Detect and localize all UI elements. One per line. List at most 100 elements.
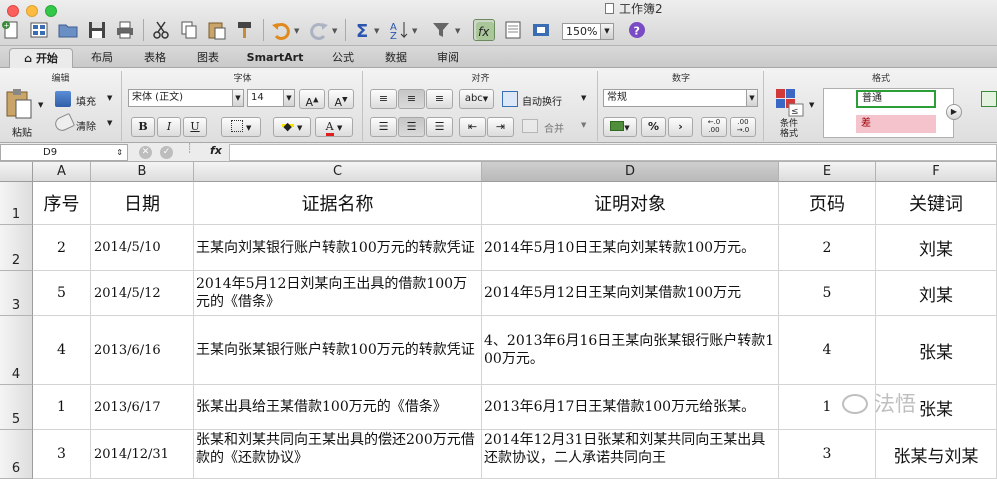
clear-label[interactable]: 清除 [76, 118, 96, 133]
undo-dropdown-icon[interactable]: ▼ [294, 27, 299, 35]
increase-font-size-button[interactable]: A▲ [299, 89, 325, 109]
fill-label[interactable]: 填充 [76, 93, 96, 108]
font-color-button[interactable]: A ▼ [315, 117, 353, 137]
header-cell[interactable]: 日期 [91, 182, 194, 225]
table-cell[interactable]: 3 [779, 430, 876, 479]
table-cell[interactable]: 2013/6/17 [91, 385, 194, 430]
print-icon[interactable] [114, 19, 136, 41]
merge-dropdown-icon[interactable]: ▼ [581, 121, 586, 129]
table-cell[interactable]: 5 [33, 271, 91, 316]
table-cell[interactable]: 2014/5/12 [91, 271, 194, 316]
table-cell[interactable]: 张某 [876, 316, 997, 385]
function-icon[interactable]: fx [210, 144, 222, 157]
row-header-4[interactable]: 4 [0, 316, 33, 385]
table-cell[interactable]: 2014年5月10日王某向刘某转款100万元。 [482, 225, 779, 271]
cancel-entry-icon[interactable]: ✕ [139, 146, 152, 159]
header-cell[interactable]: 证明对象 [482, 182, 779, 225]
formula-builder-icon[interactable]: fx [473, 19, 495, 41]
cell-style-normal[interactable]: 普通 [856, 90, 936, 108]
align-left-button[interactable]: ☰ [370, 117, 397, 137]
close-window-button[interactable] [7, 5, 19, 17]
wrap-text-dropdown-icon[interactable]: ▼ [581, 94, 586, 102]
header-cell[interactable]: 证据名称 [194, 182, 482, 225]
paste-icon[interactable] [206, 19, 228, 41]
fill-dropdown-icon[interactable]: ▼ [107, 94, 112, 102]
gallery-toggle-icon[interactable] [502, 19, 524, 41]
text-orientation-button[interactable]: abc▼ [459, 89, 494, 109]
number-format-select[interactable]: 常规 ▼ [603, 89, 758, 107]
font-size-select[interactable]: 14 ▼ [247, 89, 295, 107]
table-cell[interactable]: 王某向刘某银行账户转款100万元的转款凭证 [194, 225, 482, 271]
row-header-1[interactable]: 1 [0, 182, 33, 225]
header-cell[interactable]: 序号 [33, 182, 91, 225]
table-cell[interactable]: 2014/12/31 [91, 430, 194, 479]
table-cell[interactable]: 2014年5月12日王某向刘某借款100万元 [482, 271, 779, 316]
select-all-corner[interactable] [0, 162, 33, 182]
percent-style-button[interactable]: % [641, 117, 666, 137]
sort-dropdown-icon[interactable]: ▼ [412, 27, 417, 35]
minimize-window-button[interactable] [26, 5, 38, 17]
table-cell[interactable]: 4、2013年6月16日王某向张某银行账户转款100万元。 [482, 316, 779, 385]
row-header-6[interactable]: 6 [0, 430, 33, 479]
paste-dropdown-icon[interactable]: ▼ [38, 101, 43, 109]
filter-icon[interactable] [430, 19, 452, 41]
tab-smartart[interactable]: SmartArt [243, 48, 307, 68]
cut-icon[interactable] [150, 19, 172, 41]
table-cell[interactable]: 4 [779, 316, 876, 385]
open-folder-icon[interactable] [57, 19, 79, 41]
align-center-button[interactable]: ☰ [398, 117, 425, 137]
paste-button-icon[interactable] [5, 88, 33, 120]
tab-charts[interactable]: 图表 [185, 48, 231, 68]
redo-icon[interactable] [308, 19, 330, 41]
header-cell[interactable]: 关键词 [876, 182, 997, 225]
zoom-window-button[interactable] [45, 5, 57, 17]
table-cell[interactable]: 张某与刘某 [876, 430, 997, 479]
name-box-stepper-icon[interactable]: ⇕ [116, 145, 123, 160]
font-name-select[interactable]: 宋体 (正文) ▼ [128, 89, 244, 107]
tab-tables[interactable]: 表格 [132, 48, 178, 68]
column-header-d[interactable]: D [482, 162, 779, 182]
column-header-a[interactable]: A [33, 162, 91, 182]
column-header-c[interactable]: C [194, 162, 482, 182]
clear-dropdown-icon[interactable]: ▼ [107, 119, 112, 127]
table-cell[interactable]: 2014/5/10 [91, 225, 194, 271]
autosum-dropdown-icon[interactable]: ▼ [374, 27, 379, 35]
decrease-indent-button[interactable]: ⇤ [459, 117, 486, 137]
table-cell[interactable]: 2014年12月31日张某和刘某共同向王某出具还款协议，二人承诺共同向王 [482, 430, 779, 479]
tab-review[interactable]: 审阅 [425, 48, 471, 68]
accounting-format-button[interactable]: ▼ [603, 117, 637, 137]
align-right-button[interactable]: ☰ [426, 117, 453, 137]
table-cell[interactable]: 1 [33, 385, 91, 430]
wrap-text-label[interactable]: 自动换行 [522, 93, 562, 108]
undo-icon[interactable] [270, 19, 292, 41]
name-box[interactable]: D9 ⇕ [0, 144, 128, 161]
copy-icon[interactable] [178, 19, 200, 41]
conditional-format-icon[interactable]: ≤ [775, 88, 805, 118]
tab-formulas[interactable]: 公式 [320, 48, 366, 68]
row-header-2[interactable]: 2 [0, 225, 33, 271]
increase-indent-button[interactable]: ⇥ [487, 117, 514, 137]
table-cell[interactable]: 3 [33, 430, 91, 479]
table-cell[interactable]: 张某和刘某共同向王某出具的偿还200万元借款的《还款协议》 [194, 430, 482, 479]
table-cell[interactable]: 刘某 [876, 271, 997, 316]
merge-icon[interactable] [522, 119, 538, 133]
increase-decimal-button[interactable]: ←.0 .00 [701, 117, 727, 137]
autosum-icon[interactable]: Σ [352, 19, 374, 41]
header-cell[interactable]: 页码 [779, 182, 876, 225]
column-header-b[interactable]: B [91, 162, 194, 182]
decrease-decimal-button[interactable]: .00 →.0 [730, 117, 756, 137]
merge-label[interactable]: 合并 [544, 120, 564, 135]
paste-label[interactable]: 粘贴 [12, 124, 32, 139]
table-cell[interactable]: 2013年6月17日王某借款100万元给张某。 [482, 385, 779, 430]
table-cell[interactable]: 5 [779, 271, 876, 316]
sort-icon[interactable]: AZ [388, 19, 410, 41]
table-cell[interactable]: 王某向张某银行账户转款100万元的转款凭证 [194, 316, 482, 385]
wrap-text-icon[interactable] [502, 91, 518, 107]
fill-down-icon[interactable] [55, 91, 71, 107]
table-cell[interactable]: 4 [33, 316, 91, 385]
conditional-format-dropdown-icon[interactable]: ▼ [809, 101, 814, 109]
table-cell[interactable]: 刘某 [876, 225, 997, 271]
template-gallery-icon[interactable] [28, 19, 50, 41]
formula-input[interactable] [229, 144, 997, 161]
row-header-5[interactable]: 5 [0, 385, 33, 430]
